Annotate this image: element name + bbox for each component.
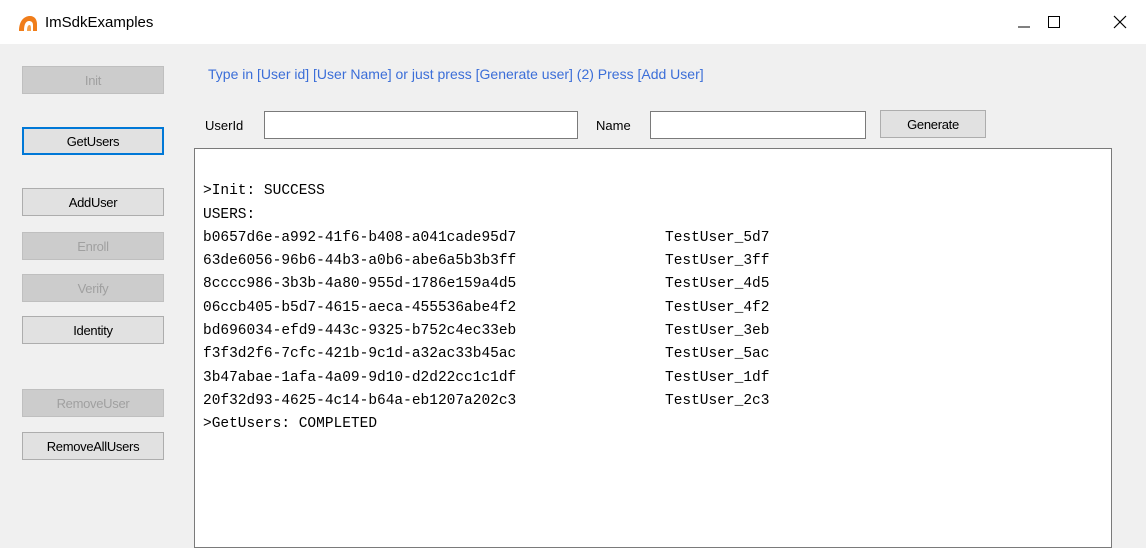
user-name: TestUser_5ac <box>665 346 770 363</box>
app-logo-icon <box>18 14 38 32</box>
user-id: 06ccb405-b5d7-4615-aeca-455536abe4f2 <box>203 299 517 316</box>
userid-input[interactable] <box>264 111 578 139</box>
log-line-users-header: USERS: <box>203 206 256 223</box>
verify-button[interactable]: Verify <box>22 274 164 302</box>
init-button[interactable]: Init <box>22 66 164 94</box>
name-label: Name <box>596 118 631 133</box>
maximize-icon <box>1048 16 1060 28</box>
minimize-icon <box>1018 26 1030 28</box>
adduser-button[interactable]: AddUser <box>22 188 164 216</box>
log-line-init: >Init: SUCCESS <box>203 183 325 200</box>
instruction-text: Type in [User id] [User Name] or just pr… <box>208 66 704 82</box>
enroll-button[interactable]: Enroll <box>22 232 164 260</box>
user-id: f3f3d2f6-7cfc-421b-9c1d-a32ac33b45ac <box>203 346 517 363</box>
user-name: TestUser_3ff <box>665 253 770 270</box>
close-icon <box>1113 15 1127 29</box>
removeuser-button[interactable]: RemoveUser <box>22 389 164 417</box>
user-id: 3b47abae-1afa-4a09-9d10-d2d22cc1c1df <box>203 369 517 386</box>
user-row: bd696034-efd9-443c-9325-b752c4ec33eb Test… <box>203 320 1103 343</box>
user-id: 63de6056-96b6-44b3-a0b6-abe6a5b3b3ff <box>203 253 517 270</box>
close-button[interactable] <box>1097 0 1143 44</box>
log-line-completed: >GetUsers: COMPLETED <box>203 416 378 433</box>
output-log[interactable]: >Init: SUCCESS USERS: b0657d6e-a992-41f6-b… <box>194 148 1112 548</box>
user-id: 8cccc986-3b3b-4a80-955d-1786e159a4d5 <box>203 276 517 293</box>
title-bar: ImSdkExamples <box>0 0 1146 44</box>
getusers-button[interactable]: GetUsers <box>22 127 164 155</box>
user-id: 20f32d93-4625-4c14-b64a-eb1207a202c3 <box>203 392 517 409</box>
user-name: TestUser_1df <box>665 369 770 386</box>
user-name: TestUser_4f2 <box>665 299 770 316</box>
user-row: f3f3d2f6-7cfc-421b-9c1d-a32ac33b45ac Test… <box>203 343 1103 366</box>
user-name: TestUser_5d7 <box>665 229 770 246</box>
window-title: ImSdkExamples <box>45 14 154 31</box>
user-row: 3b47abae-1afa-4a09-9d10-d2d22cc1c1df Test… <box>203 367 1103 390</box>
userid-label: UserId <box>205 118 244 133</box>
user-name: TestUser_4d5 <box>665 276 770 293</box>
user-id: bd696034-efd9-443c-9325-b752c4ec33eb <box>203 323 517 340</box>
user-row: b0657d6e-a992-41f6-b408-a041cade95d7 Test… <box>203 227 1103 250</box>
user-id: b0657d6e-a992-41f6-b408-a041cade95d7 <box>203 229 517 246</box>
user-name: TestUser_2c3 <box>665 392 770 409</box>
user-row: 06ccb405-b5d7-4615-aeca-455536abe4f2 Test… <box>203 297 1103 320</box>
user-row: 63de6056-96b6-44b3-a0b6-abe6a5b3b3ff Test… <box>203 250 1103 273</box>
user-name: TestUser_3eb <box>665 323 770 340</box>
user-row: 8cccc986-3b3b-4a80-955d-1786e159a4d5 Test… <box>203 273 1103 296</box>
user-row: 20f32d93-4625-4c14-b64a-eb1207a202c3 Test… <box>203 390 1103 413</box>
removeallusers-button[interactable]: RemoveAllUsers <box>22 432 164 460</box>
generate-button[interactable]: Generate <box>880 110 986 138</box>
name-input[interactable] <box>650 111 866 139</box>
maximize-button[interactable] <box>1031 0 1077 44</box>
identity-button[interactable]: Identity <box>22 316 164 344</box>
